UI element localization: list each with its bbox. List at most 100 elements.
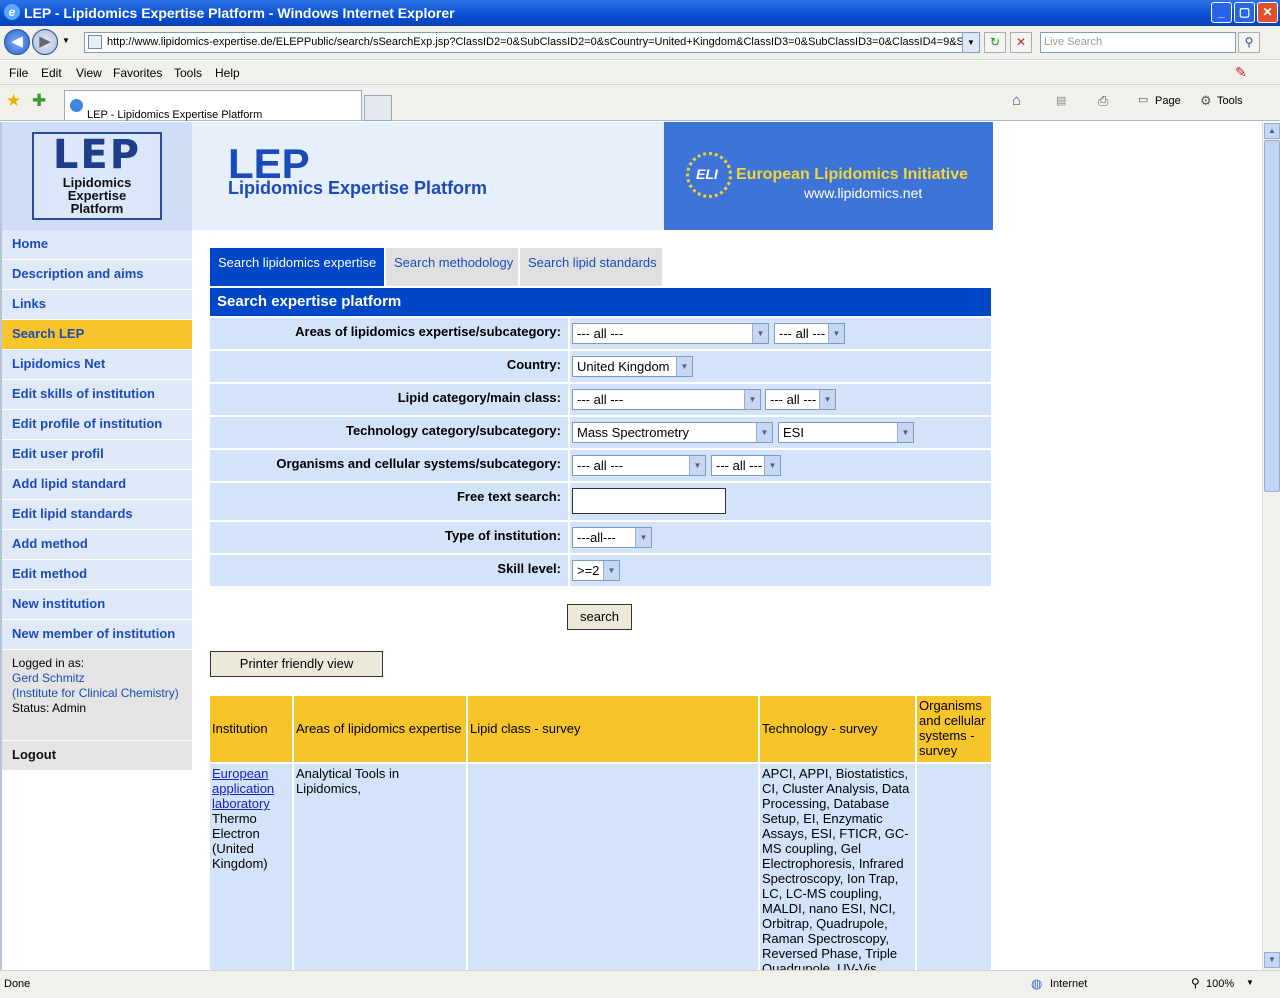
logout-link[interactable]: Logout: [2, 740, 192, 770]
address-input[interactable]: http://www.lipidomics-expertise.de/ELEPP…: [84, 32, 980, 53]
minimize-button[interactable]: _: [1211, 2, 1232, 23]
page-menu[interactable]: Page: [1155, 95, 1181, 107]
country-select[interactable]: United Kingdom ▼: [572, 356, 693, 377]
row-technology: Technology category/subcategory: Mass Sp…: [210, 417, 991, 448]
type-controls: ---all--- ▼: [568, 522, 991, 553]
menu-tools[interactable]: Tools: [174, 66, 202, 80]
chevron-down-icon: ▼: [752, 324, 768, 343]
scroll-down-icon[interactable]: ▼: [1264, 952, 1280, 968]
menu-help[interactable]: Help: [215, 66, 240, 80]
zoom-level[interactable]: 100%: [1206, 978, 1234, 990]
translate-icon[interactable]: ✎: [1235, 64, 1247, 81]
ie-tab-icon: [70, 99, 83, 112]
lep-logo: LEP Lipidomics Expertise Platform: [32, 132, 162, 220]
refresh-button[interactable]: ↻: [984, 32, 1006, 53]
lipid-select[interactable]: --- all --- ▼: [572, 389, 761, 410]
free-text-input[interactable]: [572, 488, 726, 514]
institution-link[interactable]: European application laboratory: [212, 766, 274, 811]
search-button[interactable]: search: [567, 604, 632, 630]
nav-edit-skills[interactable]: Edit skills of institution: [2, 380, 192, 410]
zoom-icon[interactable]: ⚲: [1191, 976, 1200, 990]
back-button[interactable]: ◀: [4, 29, 30, 55]
tech-select[interactable]: Mass Spectrometry ▼: [572, 422, 773, 443]
favorites-star-icon[interactable]: ★: [6, 91, 21, 111]
chevron-down-icon: ▼: [819, 390, 835, 409]
site-subtitle: Lipidomics Expertise Platform: [228, 178, 488, 198]
tab-search-methodology[interactable]: Search methodology: [386, 248, 518, 286]
org-sub-select[interactable]: --- all --- ▼: [711, 455, 781, 476]
chevron-down-icon: ▼: [676, 357, 692, 376]
tab-lep[interactable]: LEP - Lipidomics Expertise Platform: [64, 90, 362, 121]
status-text: Done: [4, 978, 31, 990]
lipid-value: --- all ---: [577, 392, 624, 407]
row-areas: Areas of lipidomics expertise/subcategor…: [210, 318, 991, 349]
nav-edit-user[interactable]: Edit user profil: [2, 440, 192, 470]
skill-label: Skill level:: [497, 561, 561, 576]
scroll-thumb[interactable]: [1264, 140, 1280, 492]
menu-edit[interactable]: Edit: [41, 66, 62, 80]
live-search-input[interactable]: Live Search: [1040, 32, 1236, 53]
logo-letters: LEP: [52, 132, 142, 178]
nav-description[interactable]: Description and aims: [2, 260, 192, 290]
printer-friendly-button[interactable]: Printer friendly view: [210, 651, 383, 677]
maximize-button[interactable]: ▢: [1234, 2, 1255, 23]
tech-sub-select[interactable]: ESI ▼: [778, 422, 914, 443]
nav-edit-lipid-standards[interactable]: Edit lipid standards: [2, 500, 192, 530]
tab-search-expertise[interactable]: Search lipidomics expertise: [210, 248, 384, 286]
nav-search-lep[interactable]: Search LEP: [2, 320, 192, 350]
nav-edit-profile[interactable]: Edit profile of institution: [2, 410, 192, 440]
zoom-dropdown-icon[interactable]: ▼: [1246, 978, 1254, 987]
org-value: --- all ---: [577, 458, 624, 473]
menu-view[interactable]: View: [76, 66, 102, 80]
nav-links[interactable]: Links: [2, 290, 192, 320]
stop-button[interactable]: ✕: [1010, 32, 1032, 53]
address-dropdown-icon[interactable]: ▼: [962, 32, 980, 53]
search-icon[interactable]: ⚲: [1238, 32, 1260, 53]
add-favorites-icon[interactable]: ✚: [32, 91, 46, 111]
print-icon[interactable]: ⎙: [1098, 93, 1108, 109]
feeds-icon[interactable]: ▤: [1056, 94, 1066, 107]
page-scrollbar[interactable]: ▲ ▼: [1262, 122, 1280, 970]
address-toolbar: ◀ ▶ ▼ http://www.lipidomics-expertise.de…: [0, 26, 1280, 60]
areas-sub-select[interactable]: --- all --- ▼: [774, 323, 845, 344]
nav-lipidomics-net[interactable]: Lipidomics Net: [2, 350, 192, 380]
nav-add-lipid-standard[interactable]: Add lipid standard: [2, 470, 192, 500]
nav-add-method[interactable]: Add method: [2, 530, 192, 560]
row-organisms: Organisms and cellular systems/subcatego…: [210, 450, 991, 481]
window-titlebar: e LEP - Lipidomics Expertise Platform - …: [0, 0, 1280, 26]
chevron-down-icon: ▼: [764, 456, 780, 475]
tools-menu[interactable]: Tools: [1217, 95, 1243, 107]
chevron-down-icon: ▼: [603, 561, 619, 580]
nav-home[interactable]: Home: [2, 230, 192, 260]
row-free-text: Free text search:: [210, 483, 991, 520]
free-label: Free text search:: [456, 489, 561, 504]
menu-file[interactable]: File: [9, 66, 28, 80]
menu-favorites[interactable]: Favorites: [113, 66, 162, 80]
close-window-button[interactable]: ✕: [1257, 2, 1278, 23]
forward-button[interactable]: ▶: [32, 29, 58, 55]
eli-title: European Lipidomics Initiative: [736, 166, 969, 183]
chevron-down-icon: ▼: [635, 528, 651, 547]
nav-edit-method[interactable]: Edit method: [2, 560, 192, 590]
history-dropdown-icon[interactable]: ▼: [62, 36, 70, 45]
eli-banner[interactable]: ELI European Lipidomics Initiative www.l…: [664, 122, 993, 230]
scroll-up-icon[interactable]: ▲: [1264, 123, 1280, 139]
home-icon[interactable]: ⌂: [1012, 92, 1021, 109]
nav-new-institution[interactable]: New institution: [2, 590, 192, 620]
sidebar-nav: Home Description and aims Links Search L…: [2, 230, 192, 770]
ie-logo-icon: e: [4, 4, 20, 20]
areas-select[interactable]: --- all --- ▼: [572, 323, 769, 344]
address-url: http://www.lipidomics-expertise.de/ELEPP…: [107, 36, 980, 48]
lipid-label: Lipid category/main class:: [397, 390, 561, 405]
new-tab-button[interactable]: [364, 95, 392, 121]
lep-logo-area: LEP Lipidomics Expertise Platform: [2, 122, 192, 230]
type-select[interactable]: ---all--- ▼: [572, 527, 652, 548]
tab-search-lipid-standards[interactable]: Search lipid standards: [520, 248, 662, 286]
skill-select[interactable]: >=2 ▼: [572, 560, 620, 581]
col-organisms: Organisms and cellular systems - survey: [917, 696, 991, 762]
nav-new-member[interactable]: New member of institution: [2, 620, 192, 650]
org-select[interactable]: --- all --- ▼: [572, 455, 706, 476]
lipid-sub-select[interactable]: --- all --- ▼: [765, 389, 836, 410]
col-technology: Technology - survey: [760, 696, 917, 762]
cell-organisms: [917, 764, 991, 970]
